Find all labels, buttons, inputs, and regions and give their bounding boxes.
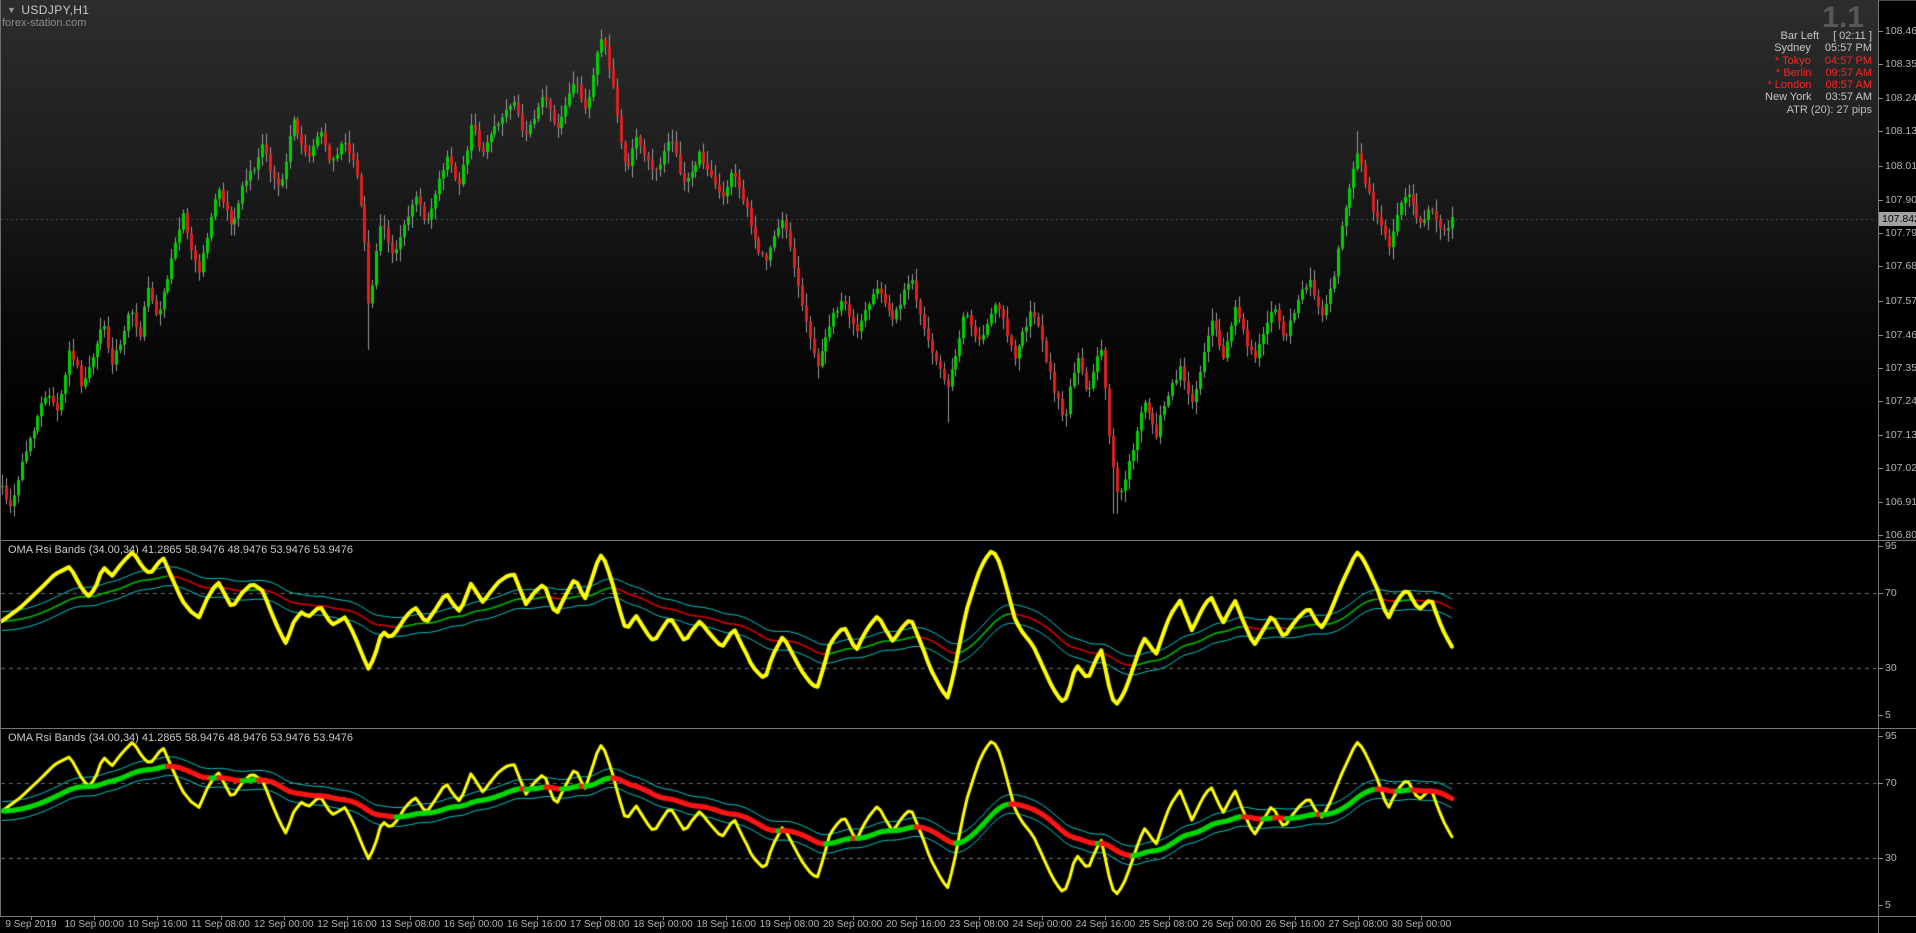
time-axis-label: 20 Sep 16:00 xyxy=(886,919,946,930)
clock-city-label: Bar Left xyxy=(1780,30,1820,42)
indicator-scale-label: 70 xyxy=(1878,586,1897,599)
clock-city-label: New York xyxy=(1765,91,1812,104)
chart-canvas[interactable] xyxy=(0,0,1916,933)
market-clock-panel: Bar Left [ 02:11 ] Sydney 05:57 PM * Tokyo 04… xyxy=(1749,30,1872,116)
clock-time-value: [ 02:11 ] xyxy=(1833,30,1872,42)
time-axis-label: 19 Sep 08:00 xyxy=(759,919,820,930)
price-axis-label: 107.685 xyxy=(1878,260,1916,272)
time-axis-label: 11 Sep 08:00 xyxy=(191,919,250,930)
clock-rows: Bar Left [ 02:11 ] Sydney 05:57 PM * Tokyo 04… xyxy=(1749,30,1872,104)
time-axis-label: 23 Sep 08:00 xyxy=(949,919,1009,930)
indicator-scale-label: 30 xyxy=(1878,852,1897,864)
indicator-scale-label: 95 xyxy=(1878,730,1897,742)
price-axis-label: 106.910 xyxy=(1878,496,1916,508)
clock-city-label: * Tokyo xyxy=(1775,54,1811,67)
time-axis-separator xyxy=(0,916,1916,917)
clock-time-value: 05:57 PM xyxy=(1824,42,1872,55)
indicator-scale-label: 70 xyxy=(1878,776,1897,789)
time-axis-label: 27 Sep 08:00 xyxy=(1328,919,1388,930)
current-price-tag: 107.842 xyxy=(1879,211,1916,226)
pane-separator-1[interactable] xyxy=(0,540,1916,541)
price-axis-label: 107.905 xyxy=(1878,194,1916,206)
price-axis-label: 107.350 xyxy=(1878,362,1916,374)
clock-time-value: 04:57 PM xyxy=(1824,54,1872,67)
symbol-label: USDJPY,H1 xyxy=(21,3,90,17)
time-axis-label: 17 Sep 08:00 xyxy=(570,919,630,930)
time-axis-label: 12 Sep 00:00 xyxy=(254,919,314,930)
time-axis-label: 9 Sep 2019 xyxy=(5,919,57,930)
time-axis-label: 26 Sep 16:00 xyxy=(1265,919,1325,930)
time-axis-label: 30 Sep 00:00 xyxy=(1391,919,1452,930)
time-axis-label: 10 Sep 16:00 xyxy=(127,919,188,930)
time-axis-label: 18 Sep 16:00 xyxy=(696,919,756,930)
price-axis-label: 107.240 xyxy=(1878,395,1916,407)
indicator-scale-label: 5 xyxy=(1878,708,1891,721)
time-axis-label: 13 Sep 08:00 xyxy=(380,919,440,930)
indicator-scale-label: 95 xyxy=(1878,540,1897,552)
symbol-selector[interactable]: ▼ USDJPY,H1 xyxy=(7,3,89,17)
price-axis-label: 108.240 xyxy=(1878,92,1916,104)
clock-time-value: 03:57 AM xyxy=(1825,91,1872,104)
price-axis-label: 108.015 xyxy=(1878,160,1916,172)
clock-time-value: 09:57 AM xyxy=(1825,66,1872,79)
time-axis-label: 18 Sep 00:00 xyxy=(633,919,693,930)
price-axis-label: 108.130 xyxy=(1878,125,1916,137)
atr-label: ATR (20): 27 pips xyxy=(1786,103,1872,116)
time-axis-label: 25 Sep 08:00 xyxy=(1138,919,1199,930)
mt4-chart-window: ▼ USDJPY,H1 forex-station.com 1.1 Bar Lef… xyxy=(0,0,1916,933)
clock-row: Bar Left [ 02:11 ] xyxy=(1749,30,1872,42)
price-axis-label: 107.795 xyxy=(1878,227,1916,239)
clock-city-label: * Berlin xyxy=(1776,66,1812,79)
time-axis-label: 10 Sep 00:00 xyxy=(64,919,124,930)
time-axis[interactable]: 9 Sep 2019 10 Sep 00:00 10 Sep 16:00 11 Sep… xyxy=(0,916,1878,933)
clock-row: Sydney 05:57 PM xyxy=(1749,42,1872,54)
price-axis-label: 107.460 xyxy=(1878,329,1916,341)
time-axis-label: 12 Sep 16:00 xyxy=(317,919,377,930)
axis-separator xyxy=(1878,0,1879,933)
time-axis-label: 24 Sep 16:00 xyxy=(1075,919,1136,930)
indicator-scale-label: 30 xyxy=(1878,662,1897,674)
clock-row: * Tokyo 04:57 PM xyxy=(1749,55,1872,67)
time-axis-label: 26 Sep 00:00 xyxy=(1202,919,1262,930)
time-axis-label: 24 Sep 00:00 xyxy=(1012,919,1072,930)
price-axis-label: 107.020 xyxy=(1878,462,1916,474)
pane-separator-2[interactable] xyxy=(0,728,1916,729)
time-axis-label: 16 Sep 16:00 xyxy=(506,919,567,930)
symbol-dropdown-icon[interactable]: ▼ xyxy=(7,5,16,15)
price-axis-label: 107.130 xyxy=(1878,429,1916,441)
time-axis-label: 20 Sep 00:00 xyxy=(822,919,883,930)
indicator-2-title: OMA Rsi Bands (34.00,34) 41.2865 58.9476… xyxy=(8,732,353,744)
watermark-site: forex-station.com xyxy=(2,17,87,29)
time-axis-label: 16 Sep 00:00 xyxy=(443,919,504,930)
clock-row: New York 03:57 AM xyxy=(1749,91,1872,103)
clock-city-label: Sydney xyxy=(1774,42,1811,55)
indicator-1-title: OMA Rsi Bands (34.00,34) 41.2865 58.9476… xyxy=(8,544,353,556)
price-axis-label: 108.460 xyxy=(1878,25,1916,37)
clock-city-label: * London xyxy=(1767,79,1812,92)
clock-row: * London 08:57 AM xyxy=(1749,79,1872,91)
clock-row: * Berlin 09:57 AM xyxy=(1749,67,1872,79)
indicator-scale-label: 5 xyxy=(1878,898,1891,911)
price-axis-label: 108.350 xyxy=(1878,58,1916,70)
clock-time-value: 08:57 AM xyxy=(1825,79,1872,92)
price-axis-label: 107.570 xyxy=(1878,295,1916,307)
